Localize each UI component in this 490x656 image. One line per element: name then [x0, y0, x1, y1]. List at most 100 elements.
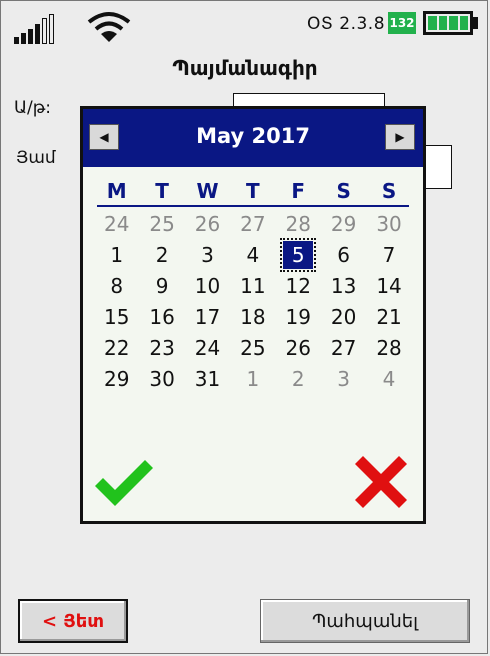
calendar-day[interactable]: 1	[230, 364, 275, 395]
day-number: 4	[246, 243, 260, 267]
calendar-day[interactable]: 3	[185, 240, 230, 271]
day-number: 9	[155, 274, 169, 298]
day-number: 30	[376, 212, 402, 236]
calendar-day[interactable]: 13	[321, 271, 366, 302]
day-number: 8	[110, 274, 124, 298]
calendar-day[interactable]: 30	[366, 209, 411, 240]
calendar-day[interactable]: 24	[94, 209, 139, 240]
day-number: 31	[194, 367, 221, 391]
calendar-week-row: 24 25 26 27 28 29 30	[94, 209, 412, 240]
weekday-label: T	[246, 179, 260, 203]
calendar-day[interactable]: 7	[366, 240, 411, 271]
selected-day[interactable]: 5	[276, 238, 321, 272]
calendar-day[interactable]: 26	[276, 333, 321, 364]
weekday-label: F	[291, 179, 306, 203]
calendar-day[interactable]: 31	[185, 364, 230, 395]
calendar-day[interactable]: 3	[321, 364, 366, 395]
weekday-label: W	[196, 179, 219, 203]
calendar-day[interactable]: 9	[139, 271, 184, 302]
calendar-week-row: 29 30 31 1 2 3 4	[94, 364, 412, 395]
weekday-label: S	[381, 179, 397, 203]
day-number: 18	[240, 305, 266, 329]
day-number: 24	[194, 336, 221, 360]
day-number: 1	[110, 243, 124, 267]
day-number: 20	[330, 305, 357, 329]
day-number: 29	[103, 367, 130, 391]
calendar-day[interactable]: 15	[94, 302, 139, 333]
calendar-day[interactable]: 21	[366, 302, 411, 333]
day-number: 15	[103, 305, 130, 329]
calendar-week-row: 15 16 17 18 19 20 21	[94, 302, 412, 333]
calendar-day[interactable]: 30	[139, 364, 184, 395]
day-number: 12	[285, 274, 311, 298]
calendar-day[interactable]: 10	[185, 271, 230, 302]
calendar-day[interactable]: 25	[230, 333, 275, 364]
calendar-week-row: 22 23 24 25 26 27 28	[94, 333, 412, 364]
day-number: 25	[240, 336, 266, 360]
day-number: 14	[376, 274, 402, 298]
weekday-header: M T W T F S S	[94, 179, 412, 203]
calendar-day[interactable]: 17	[185, 302, 230, 333]
x-icon[interactable]	[351, 454, 411, 510]
calendar-day[interactable]: 11	[230, 271, 275, 302]
amount-label: Յամ	[16, 148, 56, 168]
calendar-day[interactable]: 26	[185, 209, 230, 240]
battery-icon	[423, 11, 473, 35]
day-number: 2	[291, 367, 305, 391]
calendar-day[interactable]: 2	[139, 240, 184, 271]
next-month-button[interactable]: ▶	[385, 124, 415, 150]
save-button[interactable]: Պահպանել	[260, 599, 470, 643]
calendar-header: ◀ May 2017 ▶	[83, 109, 423, 167]
calendar-popup: ◀ May 2017 ▶ M T W T F S S 24 25 26 27 28 29 3…	[80, 106, 426, 524]
page-title: Պայմանագիր	[172, 56, 318, 80]
day-number: 3	[337, 367, 351, 391]
calendar-day[interactable]: 20	[321, 302, 366, 333]
calendar-day[interactable]: 22	[94, 333, 139, 364]
calendar-day[interactable]: 27	[321, 333, 366, 364]
calendar-day[interactable]: 12	[276, 271, 321, 302]
weekday-divider	[97, 205, 409, 207]
day-number: 10	[194, 274, 221, 298]
calendar-day[interactable]: 8	[94, 271, 139, 302]
calendar-week-row: 8 9 10 11 12 13 14	[94, 271, 412, 302]
calendar-day[interactable]: 6	[321, 240, 366, 271]
day-number: 13	[330, 274, 357, 298]
calendar-day[interactable]: 25	[139, 209, 184, 240]
calendar-day[interactable]: 29	[321, 209, 366, 240]
status-bar: ՕՏ 2.3.8 132	[0, 0, 490, 52]
calendar-day[interactable]: 29	[94, 364, 139, 395]
weekday-label: S	[336, 179, 351, 203]
day-number: 16	[149, 305, 175, 329]
battery-tip	[473, 17, 478, 29]
day-number: 28	[285, 212, 311, 236]
day-number: 21	[376, 305, 402, 329]
calendar-day[interactable]: 14	[366, 271, 411, 302]
day-number: 2	[155, 243, 169, 267]
day-number: 19	[285, 305, 311, 329]
day-number: 23	[149, 336, 175, 360]
month-label: May 2017	[196, 124, 310, 148]
day-number: 1	[246, 367, 260, 391]
calendar-day[interactable]: 28	[366, 333, 411, 364]
calendar-day[interactable]: 28	[276, 209, 321, 240]
day-number: 25	[149, 212, 175, 236]
day-number: 28	[376, 336, 402, 360]
calendar-day[interactable]: 18	[230, 302, 275, 333]
day-number: 22	[103, 336, 130, 360]
day-number: 29	[330, 212, 357, 236]
calendar-day[interactable]: 1	[94, 240, 139, 271]
calendar-week-row: 1 2 3 456 7	[94, 238, 412, 272]
calendar-day[interactable]: 24	[185, 333, 230, 364]
calendar-day[interactable]: 23	[139, 333, 184, 364]
battery-level-badge: 132	[388, 12, 416, 34]
calendar-day[interactable]: 4	[366, 364, 411, 395]
calendar-day[interactable]: 27	[230, 209, 275, 240]
calendar-day[interactable]: 19	[276, 302, 321, 333]
checkmark-icon[interactable]	[91, 456, 155, 512]
calendar-day[interactable]: 4	[230, 240, 275, 271]
day-number: 24	[103, 212, 130, 236]
back-button[interactable]: < Յետ	[18, 599, 128, 643]
calendar-day[interactable]: 2	[276, 364, 321, 395]
day-number: 30	[149, 367, 175, 391]
calendar-day[interactable]: 16	[139, 302, 184, 333]
